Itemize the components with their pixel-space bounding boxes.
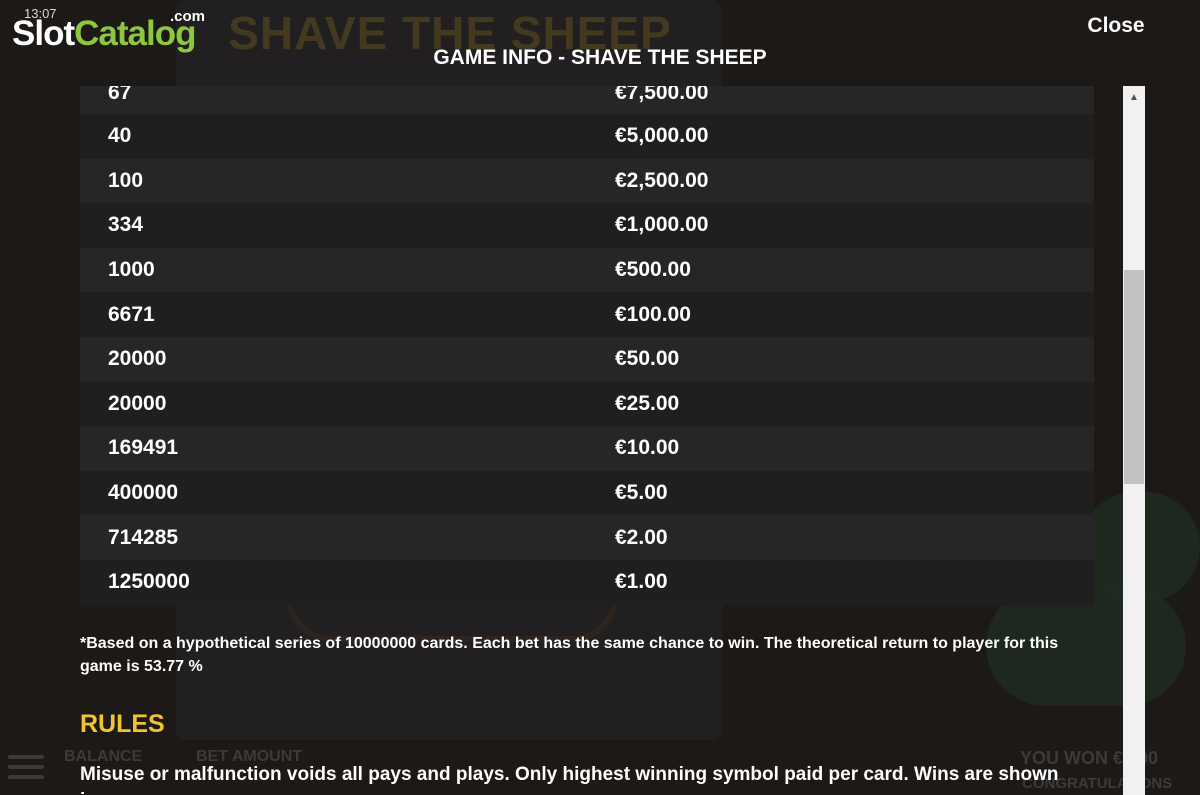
- rules-text: Misuse or malfunction voids all pays and…: [80, 764, 1059, 795]
- rules-heading: RULES: [80, 710, 165, 738]
- win-count-cell: 714285: [108, 525, 179, 549]
- win-count-cell: 20000: [108, 347, 167, 371]
- win-count-cell: 400000: [108, 481, 179, 505]
- table-row: 20000 €25.00: [80, 381, 1094, 427]
- table-row: 20000 €50.00: [80, 336, 1094, 382]
- prize-cell: €2,500.00: [615, 168, 709, 192]
- table-row: 100 €2,500.00: [80, 158, 1094, 204]
- close-button[interactable]: Close: [1070, 14, 1162, 42]
- prize-cell: €7,500.00: [615, 86, 709, 104]
- page-title: GAME INFO - SHAVE THE SHEEP: [433, 46, 767, 69]
- table-row: 6671 €100.00: [80, 292, 1094, 337]
- prize-cell: €2.00: [615, 525, 668, 549]
- prize-cell: €1,000.00: [615, 213, 709, 237]
- rtp-note: *Based on a hypothetical series of 10000…: [80, 635, 1059, 675]
- info-scroll-area[interactable]: 67 €7,500.00 40 €5,000.00 100 €2,500.00 …: [80, 86, 1120, 795]
- scrollbar[interactable]: ▲: [1123, 86, 1145, 795]
- prize-cell: €100.00: [615, 302, 691, 326]
- table-row: 169491 €10.00: [80, 426, 1094, 471]
- prize-cell: €10.00: [615, 436, 680, 460]
- win-count-cell: 40: [108, 124, 132, 148]
- win-count-cell: 20000: [108, 391, 167, 415]
- win-count-cell: 169491: [108, 436, 179, 460]
- table-row: 40 €5,000.00: [80, 114, 1094, 159]
- table-row: 1250000 €1.00: [80, 559, 1094, 605]
- prize-cell: €50.00: [615, 347, 680, 371]
- win-count-cell: 334: [108, 213, 144, 237]
- prize-cell: €1.00: [615, 570, 668, 594]
- prize-cell: €5.00: [615, 481, 668, 505]
- win-count-cell: 1000: [108, 258, 155, 282]
- logo-suffix: .com: [170, 8, 206, 25]
- hamburger-menu-icon: [8, 755, 44, 785]
- scrollbar-thumb[interactable]: [1124, 270, 1144, 484]
- pay-table: 67 €7,500.00 40 €5,000.00 100 €2,500.00 …: [80, 86, 1094, 605]
- prize-cell: €5,000.00: [615, 124, 709, 148]
- prize-cell: €500.00: [615, 258, 691, 282]
- scroll-up-arrow-icon[interactable]: ▲: [1123, 92, 1145, 103]
- win-count-cell: 6671: [108, 302, 155, 326]
- prize-cell: €25.00: [615, 391, 680, 415]
- table-row: 334 €1,000.00: [80, 203, 1094, 248]
- win-count-cell: 67: [108, 86, 132, 104]
- table-row: 1000 €500.00: [80, 247, 1094, 293]
- win-count-cell: 1250000: [108, 570, 190, 594]
- table-row: 400000 €5.00: [80, 470, 1094, 516]
- win-count-cell: 100: [108, 168, 144, 192]
- table-row: 714285 €2.00: [80, 515, 1094, 560]
- table-row: 67 €7,500.00: [80, 86, 1094, 114]
